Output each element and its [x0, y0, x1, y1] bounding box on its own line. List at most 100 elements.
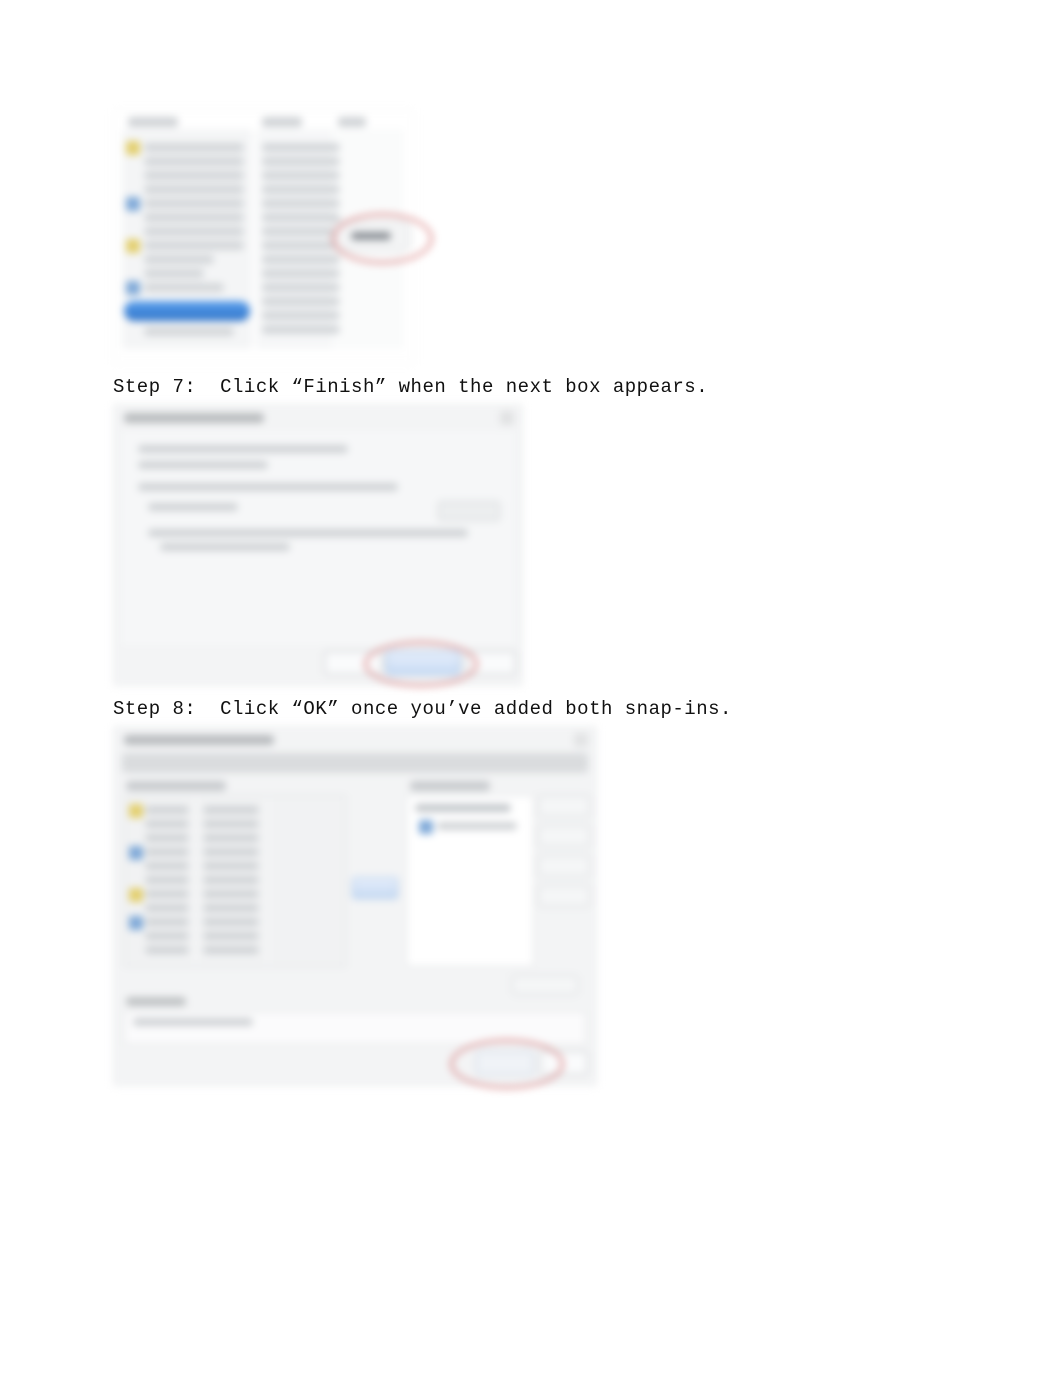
text-line	[160, 543, 290, 551]
move-down-button	[538, 885, 590, 907]
list-item	[262, 297, 340, 306]
list-item	[144, 227, 244, 236]
list-item-selected	[124, 301, 250, 321]
tree-root	[415, 804, 511, 812]
finish-button	[386, 651, 460, 675]
list-item	[144, 241, 244, 250]
list-item	[203, 834, 259, 842]
back-button	[324, 651, 382, 675]
text-line	[138, 483, 398, 491]
list-item	[144, 199, 244, 208]
move-up-button	[538, 855, 590, 877]
list-item	[203, 918, 259, 926]
list-item	[145, 918, 189, 926]
text-line	[138, 461, 268, 469]
side-buttons	[538, 795, 588, 915]
list-item	[203, 820, 259, 828]
screenshot-wizard-finish	[113, 404, 523, 686]
step-8-text: Step 8: Click “OK” once you’ve added bot…	[113, 698, 820, 720]
list-item	[203, 932, 259, 940]
list-item	[203, 946, 259, 954]
list-item	[262, 143, 340, 152]
text-line	[148, 529, 468, 537]
list-item	[144, 171, 244, 180]
dialog-title	[124, 735, 274, 745]
list-item	[262, 157, 340, 166]
list-item	[262, 255, 340, 264]
list-item	[144, 327, 234, 336]
screenshot-snapin-list	[113, 110, 415, 364]
list-item-icon	[126, 239, 140, 253]
list-item	[145, 862, 189, 870]
list-item	[145, 848, 189, 856]
step-7-text: Step 7: Click “Finish” when the next box…	[113, 376, 820, 398]
screenshot-add-remove-snapins	[113, 726, 597, 1086]
list-item	[203, 876, 259, 884]
list-item	[145, 806, 189, 814]
list-item	[145, 834, 189, 842]
list-item-icon	[129, 804, 143, 818]
list-item-icon	[129, 888, 143, 902]
list-item	[145, 904, 189, 912]
list-item	[203, 904, 259, 912]
cancel-button	[540, 1051, 588, 1075]
list-item	[262, 185, 340, 194]
tree-item	[437, 822, 517, 830]
list-item-icon	[129, 846, 143, 860]
list-item	[144, 143, 244, 152]
list-item	[203, 862, 259, 870]
list-item	[262, 199, 340, 208]
list-item	[145, 820, 189, 828]
list-item	[262, 241, 340, 250]
close-icon	[574, 733, 588, 747]
list-item	[203, 848, 259, 856]
selected-snapins-list	[406, 795, 534, 967]
tree-item-icon	[419, 820, 433, 834]
list-item	[145, 932, 189, 940]
list-item	[145, 946, 189, 954]
available-snapins-label	[126, 781, 226, 791]
list-item	[144, 185, 244, 194]
list-item	[262, 325, 340, 334]
list-item-icon	[126, 197, 140, 211]
available-snapins-list	[124, 795, 346, 967]
add-button	[352, 877, 398, 899]
column-header	[338, 117, 366, 127]
text-line	[133, 1018, 253, 1026]
description-box	[124, 1011, 586, 1045]
list-item	[144, 255, 214, 264]
add-button	[332, 221, 410, 251]
list-item	[262, 213, 340, 222]
list-item	[262, 269, 340, 278]
list-item	[262, 311, 340, 320]
close-icon	[500, 411, 514, 425]
advanced-button	[512, 975, 578, 995]
remove-button	[538, 825, 590, 847]
text-line	[138, 445, 348, 453]
selected-snapins-label	[410, 781, 490, 791]
list-item	[262, 283, 340, 292]
dialog-title	[124, 413, 264, 423]
browse-button	[438, 501, 500, 521]
list-item	[203, 806, 259, 814]
ok-button	[476, 1051, 534, 1075]
dialog-description	[122, 753, 588, 773]
list-item	[144, 157, 244, 166]
column-header	[128, 117, 178, 127]
list-item	[144, 213, 244, 222]
list-item	[262, 227, 340, 236]
list-item-icon	[129, 916, 143, 930]
column-header	[262, 117, 302, 127]
list-item	[262, 171, 340, 180]
text-line	[148, 503, 238, 511]
list-item	[203, 890, 259, 898]
list-item	[144, 283, 224, 292]
edit-extensions-button	[538, 795, 590, 817]
list-item	[145, 890, 189, 898]
list-item-icon	[126, 281, 140, 295]
list-item-icon	[126, 141, 140, 155]
cancel-button	[466, 651, 516, 675]
description-label	[126, 997, 186, 1006]
list-item	[145, 876, 189, 884]
list-item	[144, 269, 204, 278]
